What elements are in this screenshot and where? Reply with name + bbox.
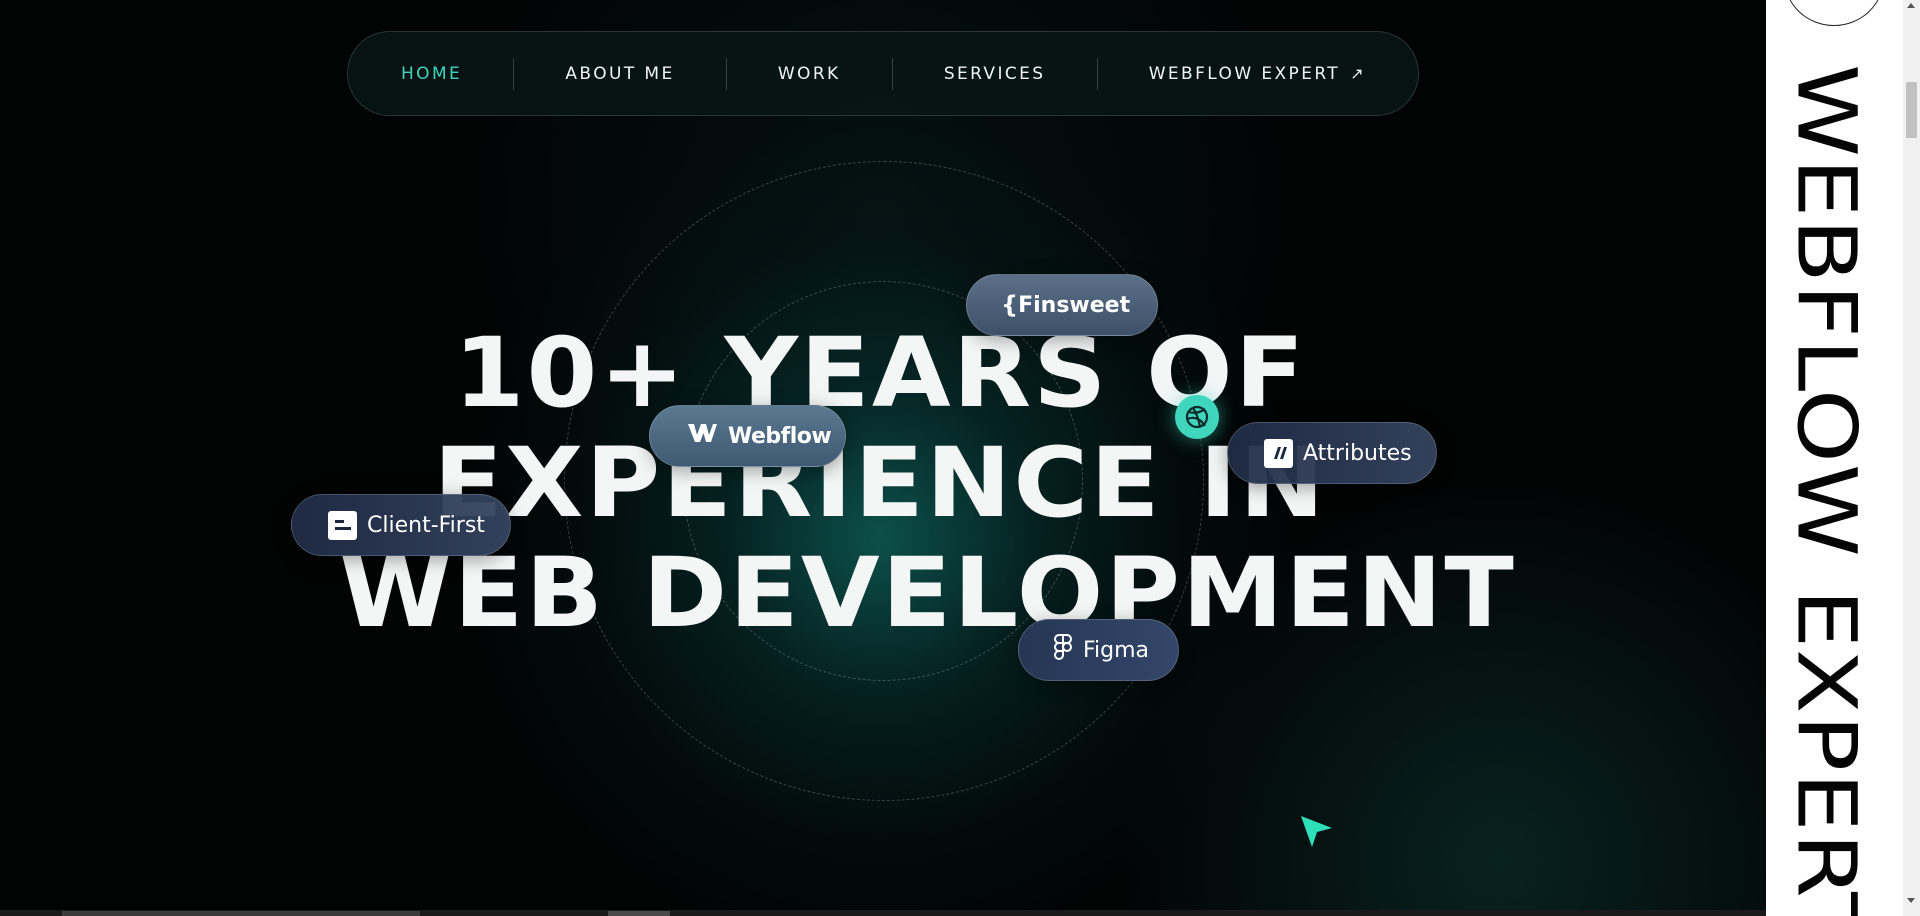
bottom-bar-segment xyxy=(62,911,420,916)
nav-item-label: HOME xyxy=(401,63,463,84)
webflow-expert-vertical-text: WEBFLOW EXPERT xyxy=(1778,64,1873,916)
figma-logo-icon xyxy=(1053,633,1073,667)
headline-line-3: WEB DEVELOPMENT xyxy=(339,537,1516,649)
attributes-pill: Attributes xyxy=(1227,422,1437,484)
arrow-up-right-icon: ↗ xyxy=(1350,64,1366,83)
main-nav: HOME ABOUT ME WORK SERVICES WEBFLOW EXPE… xyxy=(347,31,1419,116)
nav-item-label: SERVICES xyxy=(943,63,1046,84)
headline-line-1: 10+ YEARS OF xyxy=(453,317,1307,429)
side-panel: WEBFLOW EXPERT xyxy=(1766,0,1903,916)
pill-label: Finsweet xyxy=(1018,292,1131,318)
pill-label: Client-First xyxy=(367,512,485,538)
client-first-pill: Client-First xyxy=(291,494,511,556)
client-first-logo-icon xyxy=(328,510,357,540)
nav-divider xyxy=(1096,57,1098,90)
figma-pill: Figma xyxy=(1018,619,1179,681)
pill-label: Attributes xyxy=(1303,440,1412,466)
nav-item-work[interactable]: WORK xyxy=(778,64,841,84)
nav-item-home[interactable]: HOME xyxy=(401,64,462,84)
bottom-bar-segment xyxy=(608,911,670,916)
nav-item-services[interactable]: SERVICES xyxy=(944,64,1046,84)
webflow-logo-icon xyxy=(686,422,718,450)
pill-label: Figma xyxy=(1083,637,1150,663)
scroll-up-arrow-icon[interactable] xyxy=(1907,3,1915,8)
vertical-scrollbar[interactable] xyxy=(1903,0,1920,916)
nav-item-webflow-expert[interactable]: WEBFLOW EXPERT ↗ xyxy=(1149,64,1366,84)
side-circle[interactable] xyxy=(1784,0,1884,26)
nav-item-label: WEBFLOW EXPERT xyxy=(1148,63,1341,84)
scroll-down-arrow-icon[interactable] xyxy=(1907,898,1915,903)
cursor-arrow-icon xyxy=(1298,814,1334,850)
finsweet-logo-icon: { xyxy=(1001,291,1019,319)
dribbble-icon[interactable] xyxy=(1175,395,1219,439)
finsweet-pill: { Finsweet xyxy=(966,274,1158,336)
hero-section: HOME ABOUT ME WORK SERVICES WEBFLOW EXPE… xyxy=(0,0,1766,916)
attributes-logo-icon xyxy=(1264,438,1293,468)
nav-divider xyxy=(891,57,893,90)
nav-divider xyxy=(725,57,727,90)
pill-label: Webflow xyxy=(728,423,832,449)
nav-item-label: WORK xyxy=(777,63,841,84)
nav-divider xyxy=(513,57,515,90)
scroll-thumb[interactable] xyxy=(1906,82,1917,138)
webflow-pill: Webflow xyxy=(649,405,846,467)
nav-item-about-me[interactable]: ABOUT ME xyxy=(565,64,674,84)
nav-item-label: ABOUT ME xyxy=(565,63,675,84)
